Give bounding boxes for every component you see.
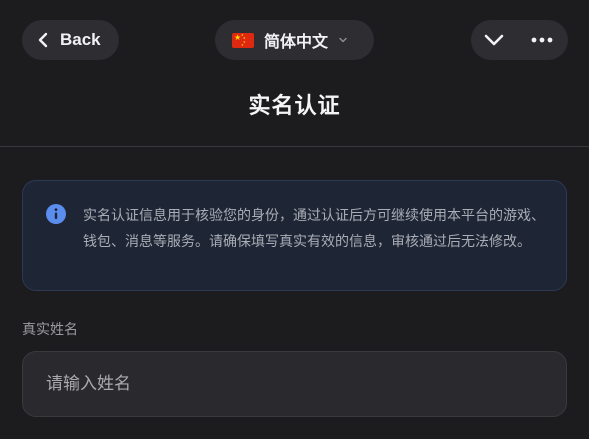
name-input[interactable] <box>22 351 567 417</box>
back-button[interactable]: Back <box>22 20 119 60</box>
collapse-chevron-icon[interactable] <box>483 30 505 50</box>
header-actions <box>471 20 568 60</box>
name-field-label: 真实姓名 <box>22 322 78 338</box>
back-button-label: Back <box>60 30 101 49</box>
chevron-left-icon <box>38 32 48 48</box>
header-divider <box>0 146 589 147</box>
language-label: 简体中文 <box>264 32 329 51</box>
info-icon <box>46 204 66 224</box>
language-selector[interactable]: ★ ★ ★ ★ ★ 简体中文 <box>215 20 374 60</box>
china-flag-icon: ★ ★ ★ ★ ★ <box>232 32 254 48</box>
notice-text: 实名认证信息用于核验您的身份，通过认证后方可继续使用本平台的游戏、钱包、消息等服… <box>83 208 545 250</box>
info-notice: 实名认证信息用于核验您的身份，通过认证后方可继续使用本平台的游戏、钱包、消息等服… <box>22 180 567 291</box>
page-title: 实名认证 <box>248 94 341 119</box>
more-dots-icon[interactable] <box>530 33 554 47</box>
chevron-down-icon <box>339 37 347 43</box>
